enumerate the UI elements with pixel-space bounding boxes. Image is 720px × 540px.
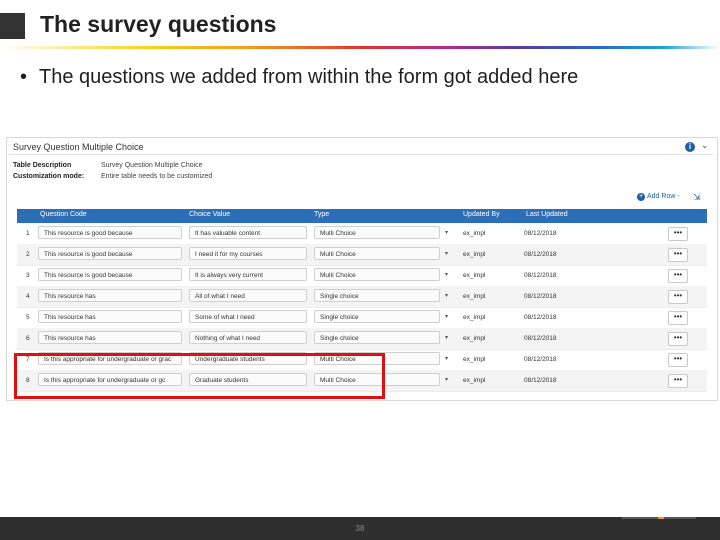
- dropdown-arrow-icon[interactable]: ▾: [445, 355, 448, 362]
- updated-by: ex_impl: [463, 272, 486, 279]
- last-updated: 08/12/2018: [524, 356, 557, 363]
- row-actions-button[interactable]: •••: [668, 248, 688, 262]
- row-actions-button[interactable]: •••: [668, 227, 688, 241]
- choice-value-input[interactable]: Some of what I need: [189, 310, 307, 323]
- dropdown-arrow-icon[interactable]: ▾: [445, 271, 448, 278]
- column-header-updated-by[interactable]: Updated By: [463, 211, 500, 218]
- row-actions-button[interactable]: •••: [668, 374, 688, 388]
- dropdown-arrow-icon[interactable]: ▾: [445, 250, 448, 257]
- type-select[interactable]: Single choice: [314, 310, 440, 323]
- last-updated: 08/12/2018: [524, 314, 557, 321]
- updated-by: ex_impl: [463, 377, 486, 384]
- updated-by: ex_impl: [463, 293, 486, 300]
- updated-by: ex_impl: [463, 230, 486, 237]
- last-updated: 08/12/2018: [524, 230, 557, 237]
- type-select[interactable]: Single choice: [314, 289, 440, 302]
- question-code-input[interactable]: This resource has: [38, 289, 182, 302]
- dropdown-arrow-icon[interactable]: ▾: [445, 229, 448, 236]
- last-updated: 08/12/2018: [524, 377, 557, 384]
- table-header: Question Code Choice Value Type Updated …: [17, 209, 707, 223]
- type-select[interactable]: Multi Choice: [314, 247, 440, 260]
- chevron-down-icon[interactable]: ⌄: [701, 140, 709, 151]
- question-code-input[interactable]: This resource is good because: [38, 226, 182, 239]
- bullet-text: The questions we added from within the f…: [39, 66, 579, 88]
- question-code-input[interactable]: This resource is good because: [38, 247, 182, 260]
- row-actions-button[interactable]: •••: [668, 353, 688, 367]
- table-row: 6 This resource has Nothing of what I ne…: [17, 328, 707, 350]
- last-updated: 08/12/2018: [524, 293, 557, 300]
- question-code-input[interactable]: This resource has: [38, 331, 182, 344]
- row-number: 2: [26, 251, 30, 258]
- row-number: 4: [26, 293, 30, 300]
- last-updated: 08/12/2018: [524, 251, 557, 258]
- choice-value-input[interactable]: It is always very current: [189, 268, 307, 281]
- dropdown-arrow-icon[interactable]: ▾: [445, 376, 448, 383]
- page-number: 38: [355, 524, 365, 533]
- footer-accent-dot: [658, 517, 664, 519]
- info-icon[interactable]: i: [685, 142, 695, 152]
- choice-value-input[interactable]: Nothing of what I need: [189, 331, 307, 344]
- dropdown-arrow-icon[interactable]: ▾: [445, 292, 448, 299]
- meta-value-table-description: Survey Question Multiple Choice: [101, 162, 203, 169]
- row-actions-button[interactable]: •••: [668, 269, 688, 283]
- updated-by: ex_impl: [463, 356, 486, 363]
- slide-footer: 38: [0, 517, 720, 540]
- table-row: 4 This resource has All of what I need S…: [17, 286, 707, 308]
- bullet-dot: •: [20, 66, 28, 88]
- title-block-decoration: [0, 13, 25, 39]
- table-row: 2 This resource is good because I need i…: [17, 244, 707, 266]
- meta-value-customization-mode: Entire table needs to be customized: [101, 173, 213, 180]
- export-icon[interactable]: ⇲: [693, 192, 701, 203]
- updated-by: ex_impl: [463, 335, 486, 342]
- form-title: Survey Question Multiple Choice: [13, 142, 144, 152]
- slide-title: The survey questions: [40, 11, 277, 37]
- choice-value-input[interactable]: All of what I need: [189, 289, 307, 302]
- add-row-label: Add Row -: [647, 193, 680, 200]
- updated-by: ex_impl: [463, 251, 486, 258]
- type-select[interactable]: Single choice: [314, 331, 440, 344]
- column-header-question-code[interactable]: Question Code: [40, 211, 87, 218]
- meta-label-table-description: Table Description: [13, 162, 72, 169]
- updated-by: ex_impl: [463, 314, 486, 321]
- row-number: 6: [26, 335, 30, 342]
- bullet-point: • The questions we added from within the …: [20, 66, 578, 89]
- choice-value-input[interactable]: It has valuable content: [189, 226, 307, 239]
- column-header-type[interactable]: Type: [314, 211, 329, 218]
- table-row: 5 This resource has Some of what I need …: [17, 307, 707, 329]
- row-number: 1: [26, 230, 30, 237]
- highlight-box: [14, 353, 385, 399]
- question-code-input[interactable]: This resource has: [38, 310, 182, 323]
- plus-icon: +: [637, 193, 645, 201]
- table-row: 1 This resource is good because It has v…: [17, 223, 707, 245]
- type-select[interactable]: Multi Choice: [314, 268, 440, 281]
- row-actions-button[interactable]: •••: [668, 332, 688, 346]
- row-number: 5: [26, 314, 30, 321]
- dropdown-arrow-icon[interactable]: ▾: [445, 313, 448, 320]
- form-divider: [9, 154, 713, 155]
- table-row: 3 This resource is good because It is al…: [17, 265, 707, 287]
- last-updated: 08/12/2018: [524, 335, 557, 342]
- row-actions-button[interactable]: •••: [668, 311, 688, 325]
- row-number: 3: [26, 272, 30, 279]
- title-underline-gradient: [0, 46, 720, 49]
- question-code-input[interactable]: This resource is good because: [38, 268, 182, 281]
- last-updated: 08/12/2018: [524, 272, 557, 279]
- column-header-choice-value[interactable]: Choice Value: [189, 211, 230, 218]
- dropdown-arrow-icon[interactable]: ▾: [445, 334, 448, 341]
- add-row-button[interactable]: + Add Row -: [637, 193, 680, 201]
- choice-value-input[interactable]: I need it for my courses: [189, 247, 307, 260]
- row-actions-button[interactable]: •••: [668, 290, 688, 304]
- meta-label-customization-mode: Customization mode:: [13, 173, 85, 180]
- column-header-last-updated[interactable]: Last Updated: [526, 211, 568, 218]
- type-select[interactable]: Multi Choice: [314, 226, 440, 239]
